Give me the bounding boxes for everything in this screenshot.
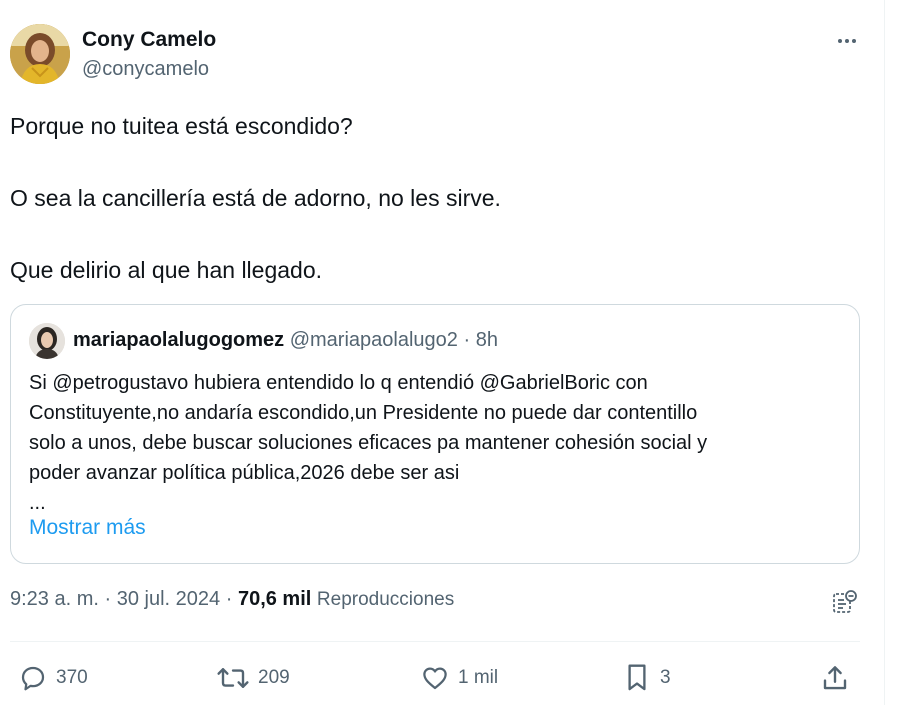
quoted-author-handle[interactable]: @mariapaolalugo2 [290, 329, 458, 351]
quoted-author-name[interactable]: mariapaolalugogomez [73, 329, 284, 351]
bookmark-button[interactable]: 3 [622, 660, 671, 696]
bookmark-icon [622, 662, 652, 694]
quoted-line: ... [29, 492, 46, 514]
author-avatar[interactable] [10, 24, 70, 84]
reply-button[interactable]: 370 [18, 660, 88, 696]
like-button[interactable]: 1 mil [420, 660, 498, 696]
quoted-header: mariapaolalugogomez @mariapaolalugo2 · 8… [73, 329, 498, 352]
retweet-count: 209 [258, 667, 290, 688]
separator: · [463, 329, 471, 351]
analytics-icon[interactable] [830, 587, 860, 617]
views-label: Reproducciones [316, 589, 455, 610]
author-name[interactable]: Cony Camelo [82, 28, 216, 52]
action-bar: 370 209 1 mil 3 [10, 660, 860, 700]
separator: · [225, 588, 233, 610]
retweet-icon [216, 663, 250, 693]
retweet-button[interactable]: 209 [216, 660, 290, 696]
quoted-tweet[interactable]: mariapaolalugogomez @mariapaolalugo2 · 8… [10, 304, 860, 564]
views-count: 70,6 mil [237, 588, 312, 610]
column-border [884, 0, 885, 705]
author-handle[interactable]: @conycamelo [82, 58, 209, 81]
quoted-author-avatar[interactable] [29, 323, 65, 359]
separator: · [104, 588, 112, 610]
divider [10, 641, 860, 642]
heart-icon [420, 663, 450, 693]
quoted-line: solo a unos, debe buscar soluciones efic… [29, 432, 708, 454]
tweet-line: O sea la cancillería está de adorno, no … [10, 185, 501, 211]
tweet-line: Que delirio al que han llegado. [10, 257, 323, 283]
tweet-header: Cony Camelo @conycamelo [10, 24, 860, 86]
bookmark-count: 3 [660, 667, 671, 688]
quoted-line: Si @petrogustavo hubiera entendido lo q … [29, 372, 648, 394]
quoted-line: Constituyente,no andaría escondido,un Pr… [29, 402, 698, 424]
quoted-line: poder avanzar política pública,2026 debe… [29, 462, 460, 484]
tweet-meta: 9:23 a. m. · 30 jul. 2024 · 70,6 mil Rep… [10, 588, 454, 611]
tweet-time[interactable]: 9:23 a. m. [10, 588, 99, 610]
reply-count: 370 [56, 667, 88, 688]
share-button[interactable] [820, 660, 850, 696]
tweet-text: Porque no tuitea está escondido? O sea l… [10, 108, 860, 288]
quoted-time[interactable]: 8h [476, 329, 498, 351]
tweet-line: Porque no tuitea está escondido? [10, 113, 353, 139]
like-count: 1 mil [458, 667, 499, 688]
quoted-text: Si @petrogustavo hubiera entendido lo q … [29, 368, 841, 518]
show-more-link[interactable]: Mostrar más [29, 516, 146, 540]
reply-icon [18, 663, 48, 693]
share-icon [820, 663, 850, 693]
tweet-date[interactable]: 30 jul. 2024 [117, 588, 220, 610]
more-icon[interactable] [832, 26, 862, 56]
